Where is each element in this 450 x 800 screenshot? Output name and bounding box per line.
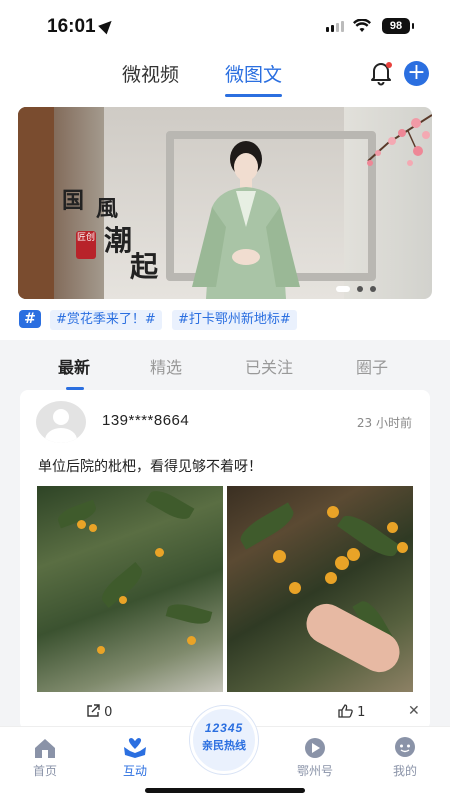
hotline-label: 亲民热线 bbox=[202, 739, 246, 752]
post-username[interactable]: 139****8664 bbox=[102, 412, 189, 429]
hashtag-chip[interactable]: #赏花季来了！# bbox=[50, 310, 162, 330]
home-indicator bbox=[145, 788, 305, 793]
share-icon bbox=[87, 704, 100, 717]
post-time: 23 小时前 bbox=[356, 416, 412, 430]
nav-me-label: 我的 bbox=[392, 764, 417, 778]
banner-calligraphy-4: 起 bbox=[130, 250, 159, 283]
tab-micro-video[interactable]: 微视频 bbox=[122, 60, 179, 87]
carousel-dot bbox=[370, 286, 376, 292]
dismiss-post-icon[interactable]: ✕ bbox=[408, 703, 420, 719]
banner-pillar bbox=[18, 107, 54, 299]
nav-ezhou-label: 鄂州号 bbox=[296, 764, 333, 778]
hashtag-bar: # #赏花季来了！# #打卡鄂州新地标# bbox=[0, 302, 450, 340]
post-card[interactable]: 139****8664 23 小时前 单位后院的枇杷，看得见够不着呀！ 0 1 … bbox=[20, 390, 430, 730]
location-arrow-icon bbox=[98, 16, 116, 35]
bell-icon[interactable] bbox=[368, 60, 394, 86]
share-count: 0 bbox=[104, 705, 113, 720]
banner-blossom-image bbox=[367, 114, 432, 166]
nav-me[interactable]: 我的 bbox=[370, 727, 440, 787]
hotline-button[interactable]: 12345 亲民热线 bbox=[190, 706, 258, 774]
banner-carousel[interactable]: 国 風 潮 起 匠创 bbox=[18, 107, 432, 299]
nav-interact[interactable]: 互动 bbox=[100, 727, 170, 787]
tab-latest[interactable]: 最新 bbox=[58, 354, 90, 390]
nav-ezhou-channel[interactable]: 鄂州号 bbox=[280, 727, 350, 787]
nav-home[interactable]: 首页 bbox=[10, 727, 80, 787]
banner-calligraphy-3: 潮 bbox=[104, 224, 133, 257]
play-circle-icon bbox=[305, 738, 325, 758]
banner-calligraphy-1: 国 bbox=[62, 188, 85, 214]
thumbs-up-icon bbox=[338, 704, 353, 718]
signal-icon bbox=[326, 21, 344, 32]
nav-home-label: 首页 bbox=[32, 764, 57, 778]
top-nav: 微视频 微图文 + bbox=[0, 52, 450, 102]
post-text: 单位后院的枇杷，看得见够不着呀！ bbox=[38, 459, 262, 475]
battery-indicator: 98 bbox=[382, 18, 414, 34]
nav-interact-label: 互动 bbox=[122, 764, 147, 778]
hashtag-chip[interactable]: #打卡鄂州新地标# bbox=[172, 310, 297, 330]
add-post-icon[interactable]: + bbox=[404, 61, 429, 86]
feed-tabs: 最新 精选 已关注 圈子 bbox=[0, 340, 450, 390]
like-button[interactable]: 1 bbox=[338, 704, 365, 720]
wifi-icon bbox=[353, 19, 371, 32]
avatar[interactable] bbox=[36, 401, 86, 443]
hotline-number: 12345 bbox=[204, 721, 244, 735]
carousel-dot bbox=[357, 286, 363, 292]
hashtag-icon: # bbox=[19, 310, 41, 328]
post-image[interactable] bbox=[227, 486, 413, 692]
like-count: 1 bbox=[357, 705, 366, 720]
heart-hands-icon bbox=[124, 738, 146, 758]
tab-featured[interactable]: 精选 bbox=[150, 354, 182, 378]
home-icon bbox=[35, 739, 55, 758]
banner-figure-image bbox=[192, 141, 300, 299]
carousel-dot bbox=[336, 286, 350, 292]
share-button[interactable]: 0 bbox=[86, 704, 112, 720]
status-time: 16:01 bbox=[47, 16, 96, 37]
tab-following[interactable]: 已关注 bbox=[245, 354, 293, 378]
carousel-indicator bbox=[336, 286, 376, 292]
banner-area: 国 風 潮 起 匠创 bbox=[0, 102, 450, 302]
tab-circles[interactable]: 圈子 bbox=[356, 354, 388, 378]
post-image[interactable] bbox=[37, 486, 223, 692]
banner-seal: 匠创 bbox=[76, 231, 96, 259]
app-screen: 16:01 98 微视频 微图文 + 国 風 潮 起 匠创 # #赏花季来了！#… bbox=[0, 0, 450, 800]
user-icon bbox=[395, 737, 415, 757]
status-bar: 16:01 98 bbox=[0, 0, 450, 52]
tab-micro-article[interactable]: 微图文 bbox=[225, 60, 283, 97]
